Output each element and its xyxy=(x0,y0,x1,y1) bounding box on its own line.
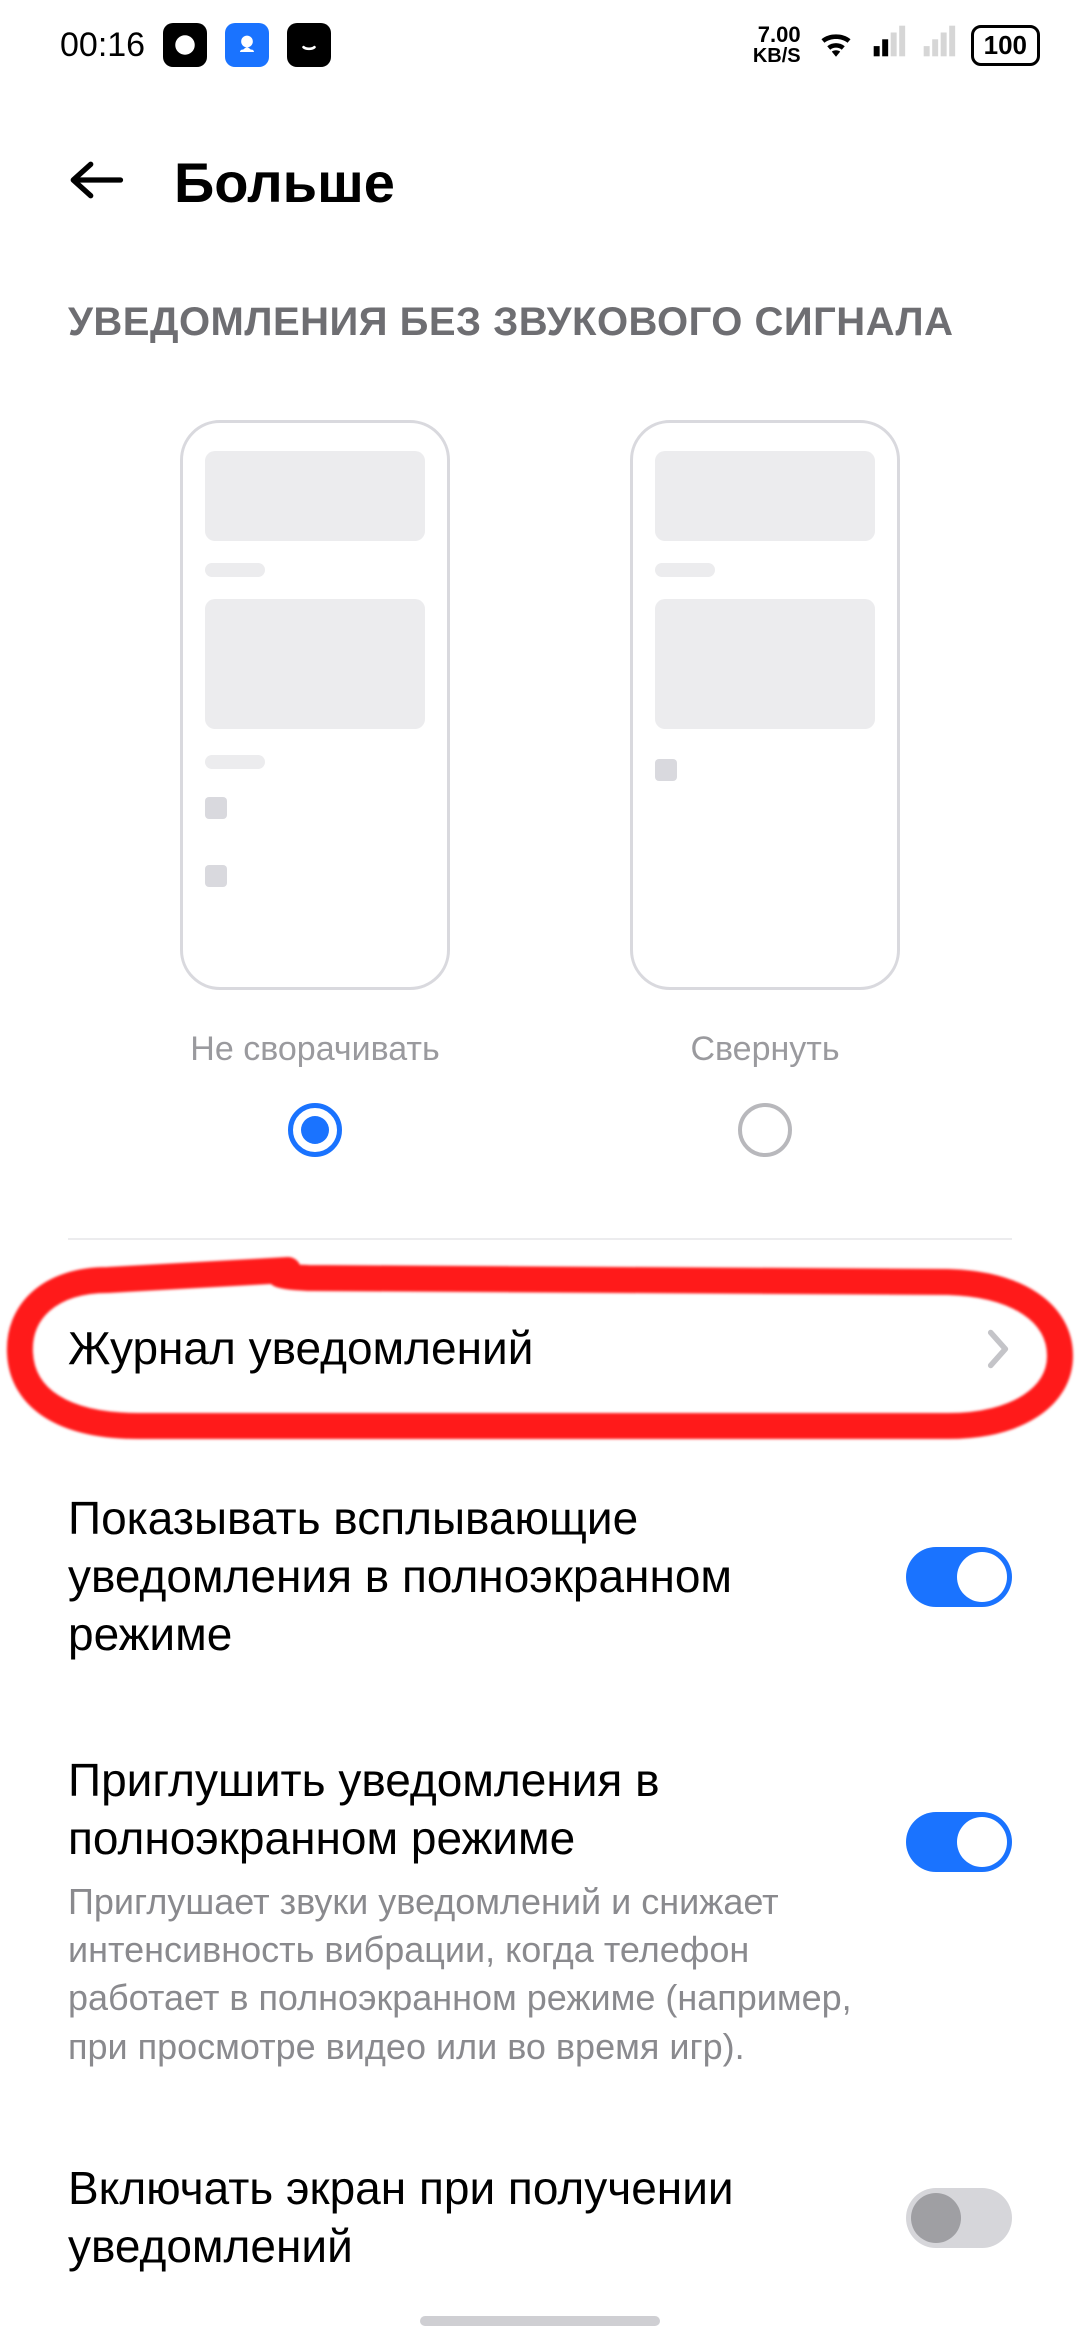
row-wake-screen[interactable]: Включать экран при получении уведомлений xyxy=(68,2160,1012,2276)
option-collapse[interactable]: Свернуть xyxy=(615,420,915,1157)
preview-collapse xyxy=(630,420,900,990)
row-popup-fullscreen[interactable]: Показывать всплывающие уведомления в пол… xyxy=(68,1490,1012,1664)
signal-2-icon xyxy=(921,24,957,67)
network-speed: 7.00 KB/S xyxy=(753,24,801,66)
radio-dont-collapse[interactable] xyxy=(288,1103,342,1157)
option-dont-collapse[interactable]: Не сворачивать xyxy=(165,420,465,1157)
row-title: Приглушить уведомления в полноэкранном р… xyxy=(68,1752,866,1868)
option-label: Не сворачивать xyxy=(190,1030,439,1069)
status-left: 00:16 xyxy=(60,23,331,67)
annotation-highlight xyxy=(8,1268,1072,1438)
app-icon-1 xyxy=(163,23,207,67)
row-title: Включать экран при получении уведомлений xyxy=(68,2160,866,2276)
row-title: Показывать всплывающие уведомления в пол… xyxy=(68,1490,866,1664)
radio-collapse[interactable] xyxy=(738,1103,792,1157)
row-mute-fullscreen[interactable]: Приглушить уведомления в полноэкранном р… xyxy=(68,1752,1012,2071)
wifi-icon xyxy=(815,23,857,68)
divider xyxy=(68,1238,1012,1240)
home-indicator[interactable] xyxy=(420,2316,660,2326)
preview-dont-collapse xyxy=(180,420,450,990)
app-icon-3 xyxy=(287,23,331,67)
toggle-popup-fullscreen[interactable] xyxy=(906,1547,1012,1607)
back-button[interactable] xyxy=(68,156,124,209)
option-label: Свернуть xyxy=(690,1030,839,1069)
signal-1-icon xyxy=(871,24,907,67)
section-header-silent: УВЕДОМЛЕНИЯ БЕЗ ЗВУКОВОГО СИГНАЛА xyxy=(68,300,953,345)
toggle-wake-screen[interactable] xyxy=(906,2188,1012,2248)
app-icon-2 xyxy=(225,23,269,67)
page-title: Больше xyxy=(174,150,395,215)
header: Больше xyxy=(0,150,1080,215)
battery-indicator: 100 xyxy=(971,25,1040,66)
status-right: 7.00 KB/S 100 xyxy=(753,23,1040,68)
row-subtitle: Приглушает звуки уведомлений и снижает и… xyxy=(68,1878,866,2071)
status-bar: 00:16 7.00 KB/S 100 xyxy=(0,0,1080,90)
silent-style-options: Не сворачивать Свернуть xyxy=(0,420,1080,1157)
toggle-mute-fullscreen[interactable] xyxy=(906,1812,1012,1872)
clock: 00:16 xyxy=(60,26,145,65)
